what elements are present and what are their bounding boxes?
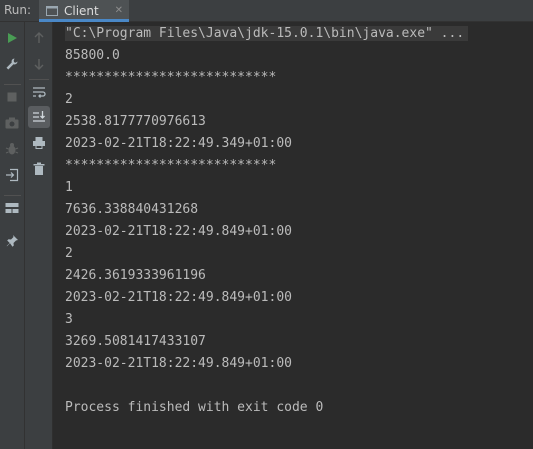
console-line: 2023-02-21T18:22:49.849+01:00 [65, 290, 292, 305]
console-line: 2 [65, 246, 73, 261]
camera-icon[interactable] [1, 112, 23, 134]
console-line: 3 [65, 312, 73, 327]
console-line: 2538.8177770976613 [65, 114, 206, 129]
console-line: 3269.5081417433107 [65, 334, 206, 349]
trash-icon[interactable] [28, 158, 50, 180]
tab-client-label: Client [64, 4, 99, 18]
console-line: *************************** [65, 70, 277, 85]
login-icon[interactable] [1, 164, 23, 186]
divider [4, 195, 21, 196]
stop-icon[interactable] [1, 86, 23, 108]
command-line: "C:\Program Files\Java\jdk-15.0.1\bin\ja… [65, 26, 469, 41]
run-label: Run: [4, 3, 32, 17]
arrow-up-icon[interactable] [28, 27, 50, 49]
console-actions-toolbar [25, 22, 53, 449]
console-line: *************************** [65, 158, 277, 173]
console-line: 2426.3619333961196 [65, 268, 206, 283]
run-actions-toolbar [0, 22, 25, 449]
arrow-down-icon[interactable] [28, 53, 50, 75]
wrench-icon[interactable] [1, 53, 23, 75]
print-icon[interactable] [28, 132, 50, 154]
console-line: 2 [65, 92, 73, 107]
console-line: 1 [65, 180, 73, 195]
divider [4, 84, 21, 85]
console-output[interactable]: "C:\Program Files\Java\jdk-15.0.1\bin\ja… [53, 22, 533, 449]
pin-icon[interactable] [1, 230, 23, 252]
soft-wrap-icon[interactable] [28, 81, 50, 103]
divider [29, 79, 49, 80]
scroll-to-end-icon[interactable] [28, 106, 50, 128]
layout-icon[interactable] [1, 197, 23, 219]
exit-status-line: Process finished with exit code 0 [65, 400, 324, 415]
console-icon [46, 2, 58, 21]
console-line: 2023-02-21T18:22:49.849+01:00 [65, 356, 292, 371]
tab-client[interactable]: Client ✕ [39, 0, 129, 22]
run-icon[interactable] [1, 27, 23, 49]
console-line: 2023-02-21T18:22:49.349+01:00 [65, 136, 292, 151]
close-icon[interactable]: ✕ [115, 5, 123, 16]
console-line: 7636.338840431268 [65, 202, 199, 217]
console-line: 2023-02-21T18:22:49.849+01:00 [65, 224, 292, 239]
console-line: "C:\Program Files\Java\jdk-15.0.1\bin\ja… [65, 23, 469, 45]
run-toolbar: Run: Client ✕ [0, 0, 533, 22]
debug-icon[interactable] [1, 138, 23, 160]
console-line: 85800.0 [65, 48, 120, 63]
